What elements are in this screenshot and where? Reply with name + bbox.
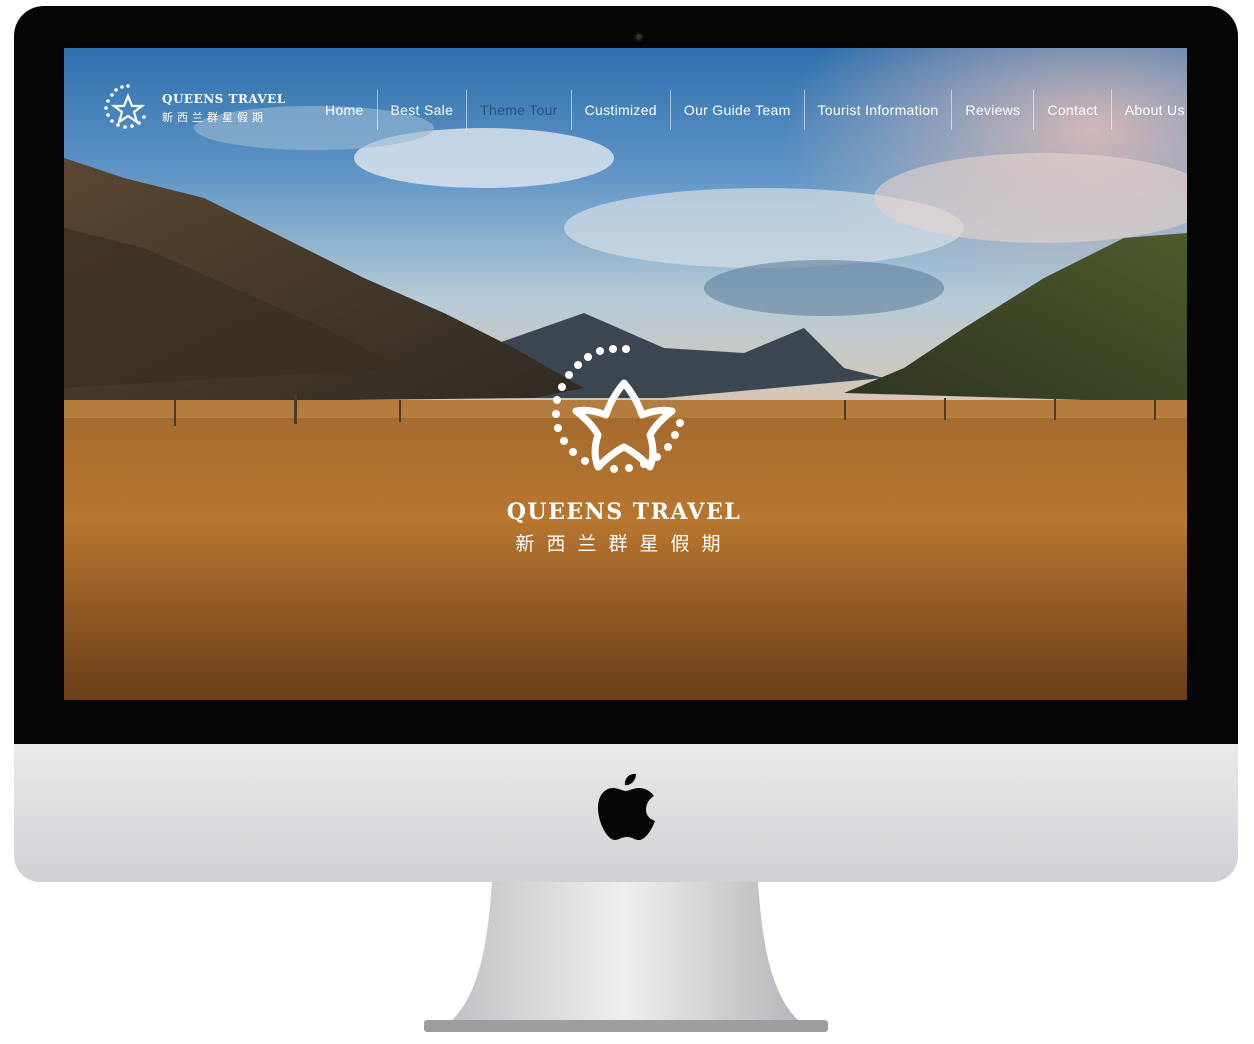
monitor-stand bbox=[424, 882, 828, 1032]
